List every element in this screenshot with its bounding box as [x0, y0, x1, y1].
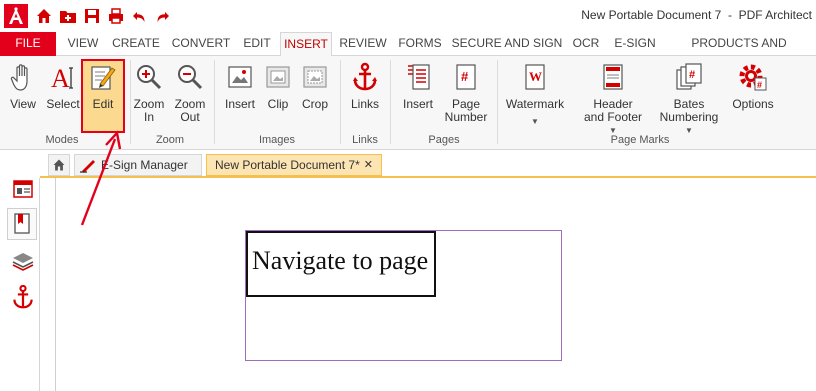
page-thumbnails-icon[interactable] — [12, 178, 34, 200]
group-label-page-marks: Page Marks — [610, 134, 670, 146]
doc-tab-new-portable-document-7[interactable]: New Portable Document 7* ✕ — [206, 154, 382, 176]
redo-icon[interactable] — [152, 6, 172, 26]
group-separator — [390, 60, 391, 144]
group-label-images: Images — [258, 134, 296, 146]
crop-image-button[interactable]: Crop — [298, 60, 332, 111]
app-logo-icon[interactable] — [4, 4, 28, 28]
insert-page-button[interactable]: Insert — [398, 60, 438, 111]
zoom-out-button[interactable]: Zoom Out — [171, 60, 209, 124]
links-button[interactable]: Links — [348, 60, 382, 111]
home-icon[interactable] — [34, 6, 54, 26]
bates-numbering-icon: # — [673, 60, 705, 94]
watermark-icon: W — [519, 60, 551, 94]
header-footer-label: Header and Footer — [583, 97, 643, 124]
svg-text:W: W — [529, 69, 542, 84]
tab-e-sign[interactable]: E-SIGN — [608, 32, 662, 56]
tab-insert[interactable]: INSERT — [280, 32, 332, 57]
group-label-pages: Pages — [428, 134, 460, 146]
tab-review[interactable]: REVIEW — [336, 32, 390, 56]
zoom-out-label: Zoom Out — [174, 97, 206, 124]
crop-image-label: Crop — [301, 97, 328, 111]
zoom-in-label: Zoom In — [133, 97, 165, 124]
zoom-out-icon — [174, 60, 206, 94]
tab-convert[interactable]: CONVERT — [168, 32, 234, 56]
zoom-in-icon — [133, 60, 165, 94]
clip-image-button[interactable]: Clip — [262, 60, 294, 111]
header-footer-button[interactable]: Header and Footer ▼ — [582, 60, 644, 137]
bookmark-icon — [14, 213, 30, 234]
annotation-arrow — [80, 130, 122, 226]
save-icon[interactable] — [82, 6, 102, 26]
svg-text:#: # — [757, 80, 762, 90]
header-footer-icon — [597, 60, 629, 94]
options-label: Options — [732, 97, 774, 111]
insert-image-button[interactable]: Insert — [222, 60, 258, 111]
select-mode-label: Select — [46, 97, 80, 111]
edit-mode-label: Edit — [92, 97, 114, 111]
crop-image-icon — [299, 60, 331, 94]
links-label: Links — [350, 97, 379, 111]
tab-forms[interactable]: FORMS — [394, 32, 446, 56]
group-separator — [214, 60, 215, 144]
zoom-in-button[interactable]: Zoom In — [131, 60, 167, 124]
watermark-dropdown-icon[interactable]: ▼ — [504, 115, 566, 128]
svg-text:#: # — [461, 69, 469, 84]
doc-tab-label: New Portable Document 7* — [215, 158, 360, 172]
select-mode-button[interactable]: A Select — [44, 60, 82, 111]
anchor-icon — [349, 60, 381, 94]
options-button[interactable]: # Options — [730, 60, 776, 111]
insert-image-label: Insert — [224, 97, 255, 111]
title-bar: New Portable Document 7 - PDF Architect — [0, 0, 816, 32]
view-mode-button[interactable]: View — [4, 60, 42, 111]
layers-icon[interactable] — [11, 250, 35, 272]
text-box-content[interactable]: Navigate to page — [252, 246, 428, 276]
tab-ocr[interactable]: OCR — [568, 32, 604, 56]
insert-page-icon — [402, 60, 434, 94]
tab-file[interactable]: FILE — [0, 32, 56, 56]
tab-view[interactable]: VIEW — [62, 32, 104, 56]
watermark-label: Watermark — [505, 97, 565, 111]
bates-numbering-button[interactable]: # Bates Numbering ▼ — [656, 60, 722, 137]
svg-text:A: A — [51, 64, 70, 92]
window-title: New Portable Document 7 - PDF Architect — [581, 8, 812, 22]
hand-icon — [7, 60, 39, 94]
svg-text:#: # — [689, 69, 695, 81]
insert-page-label: Insert — [402, 97, 433, 111]
left-panel: › — [0, 150, 40, 391]
bates-numbering-label: Bates Numbering — [659, 97, 719, 124]
watermark-button[interactable]: W Watermark ▼ — [504, 60, 566, 128]
close-tab-icon[interactable]: ✕ — [364, 155, 373, 175]
text-select-icon: A — [47, 60, 79, 94]
clip-image-icon — [262, 60, 294, 94]
page-number-label: Page Number — [444, 97, 488, 124]
text-box-selection-dashes — [248, 295, 434, 297]
edit-mode-button[interactable]: Edit — [83, 60, 123, 111]
bookmarks-tab[interactable] — [7, 208, 37, 240]
print-icon[interactable] — [106, 6, 126, 26]
home-tab[interactable] — [48, 154, 70, 176]
tab-edit[interactable]: EDIT — [238, 32, 276, 56]
page-number-button[interactable]: # Page Number — [442, 60, 490, 124]
open-folder-icon[interactable] — [58, 6, 78, 26]
insert-image-icon — [224, 60, 256, 94]
clip-image-label: Clip — [267, 97, 289, 111]
view-mode-label: View — [10, 97, 36, 111]
group-label-zoom: Zoom — [155, 134, 185, 146]
gear-icon: # — [737, 60, 769, 94]
group-separator — [497, 60, 498, 144]
group-label-links: Links — [352, 134, 378, 146]
ribbon-tab-bar: FILE VIEW CREATE CONVERT EDIT INSERT REV… — [0, 32, 816, 72]
tab-create[interactable]: CREATE — [108, 32, 164, 56]
pencil-edit-icon — [87, 60, 119, 94]
tab-secure-and-sign[interactable]: SECURE AND SIGN — [450, 32, 564, 56]
tab-products-and-pricing[interactable]: PRODUCTS AND PRICING — [666, 32, 812, 72]
undo-icon[interactable] — [130, 6, 150, 26]
anchor-links-icon[interactable] — [11, 284, 35, 310]
page-number-icon: # — [450, 60, 482, 94]
group-separator — [340, 60, 341, 144]
home-tab-icon — [53, 159, 65, 171]
